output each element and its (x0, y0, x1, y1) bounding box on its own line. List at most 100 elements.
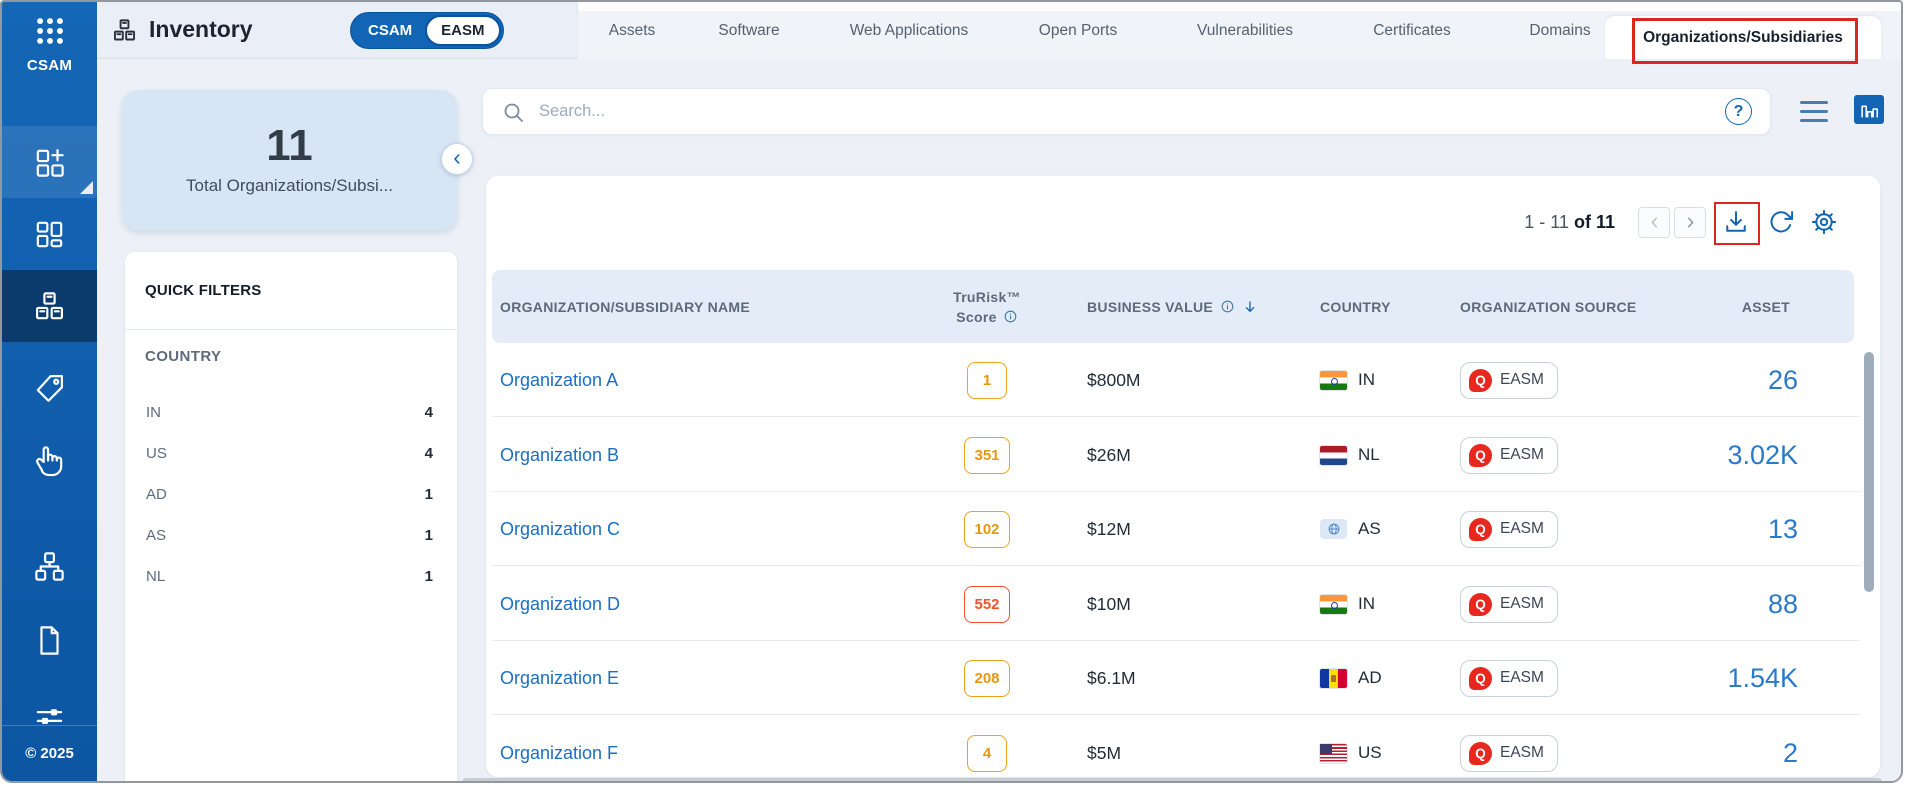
info-icon[interactable] (1220, 299, 1235, 314)
sidebar-item-tag[interactable] (2, 352, 97, 424)
trurisk-score-badge: 1 (967, 361, 1007, 399)
next-page-button[interactable] (1674, 207, 1706, 238)
settings-button[interactable] (1808, 206, 1840, 238)
organization-name-link[interactable]: Organization C (500, 492, 620, 566)
country-filter-count: 4 (424, 404, 433, 421)
bar-chart-icon (1858, 99, 1880, 121)
table-row[interactable]: Organization D 552 $10M IN Q EASM 88 (492, 567, 1860, 641)
column-header-country[interactable]: COUNTRY (1320, 270, 1391, 343)
chevron-left-icon (449, 151, 465, 167)
column-header-trurisk[interactable]: TruRisk™ Score (917, 270, 1057, 343)
toggle-csam-label[interactable]: CSAM (351, 22, 425, 39)
chevron-left-icon (1646, 214, 1663, 231)
download-icon (1722, 208, 1750, 236)
table-row[interactable]: Organization F 4 $5M US Q EASM 2 (492, 716, 1860, 777)
country-flag-icon (1320, 445, 1347, 465)
country-code: AD (1358, 668, 1382, 687)
tab-open-ports[interactable]: Open Ports (1039, 2, 1117, 59)
business-value: $5M (1087, 742, 1122, 763)
tab-domains[interactable]: Domains (1529, 2, 1590, 59)
tab-software[interactable]: Software (718, 2, 779, 59)
organization-name-link[interactable]: Organization F (500, 716, 618, 777)
source-badge: Q EASM (1460, 361, 1558, 399)
country-filter-label: US (146, 445, 167, 462)
organizations-table-card: 1 - 11 of 11 ORGANIZATION/SUBSIDIARY NAM… (486, 176, 1880, 777)
sidebar-item-dashboard[interactable] (2, 198, 97, 270)
country-filter-item[interactable]: AD 1 (125, 474, 457, 515)
info-icon[interactable] (1003, 309, 1018, 324)
organization-name-link[interactable]: Organization B (500, 418, 619, 492)
asset-count[interactable]: 2 (1783, 716, 1798, 777)
trurisk-score-badge: 102 (964, 510, 1010, 548)
tab-assets[interactable]: Assets (609, 2, 656, 59)
business-value: $6.1M (1087, 667, 1136, 688)
table-row[interactable]: Organization A 1 $800M IN Q EASM 26 (492, 343, 1860, 417)
country-filter-item[interactable]: NL 1 (125, 556, 457, 597)
toggle-easm-label[interactable]: EASM (425, 15, 501, 46)
table-row[interactable]: Organization E 208 $6.1M AD Q EASM 1.54K (492, 641, 1860, 715)
vertical-scrollbar[interactable] (1864, 352, 1874, 592)
sidebar-item-hand-click[interactable] (2, 424, 97, 496)
column-header-source[interactable]: ORGANIZATION SOURCE (1460, 270, 1637, 343)
content-area: 11 Total Organizations/Subsi... QUICK FI… (97, 59, 1901, 781)
chart-view-button[interactable] (1854, 95, 1884, 124)
product-label: CSAM (26, 57, 73, 74)
column-header-name[interactable]: ORGANIZATION/SUBSIDIARY NAME (500, 270, 750, 343)
asset-count[interactable]: 88 (1768, 567, 1798, 641)
download-button[interactable] (1720, 206, 1752, 238)
asset-count[interactable]: 1.54K (1727, 641, 1798, 715)
previous-page-button[interactable] (1638, 207, 1670, 238)
source-cell: Q EASM (1460, 418, 1558, 492)
table-row[interactable]: Organization C 102 $12M AS Q EASM 13 (492, 492, 1860, 566)
column-header-asset[interactable]: ASSET (1742, 270, 1790, 343)
country-filter-count: 1 (424, 568, 433, 585)
table-header: ORGANIZATION/SUBSIDIARY NAME TruRisk™ Sc… (492, 270, 1854, 343)
qualys-logo-icon: Q (1469, 592, 1492, 616)
sidebar-item-add-widget[interactable] (2, 126, 97, 198)
country-filter-label: AS (146, 527, 167, 544)
csam-easm-toggle[interactable]: CSAM EASM (350, 12, 504, 49)
qualys-logo-icon: Q (1469, 666, 1492, 690)
help-icon[interactable]: ? (1725, 98, 1752, 125)
apps-grid-icon[interactable] (33, 14, 67, 48)
corner-flag (80, 181, 93, 194)
organization-name-link[interactable]: Organization D (500, 567, 620, 641)
tab-web-applications[interactable]: Web Applications (850, 2, 969, 59)
menu-icon[interactable] (1800, 101, 1828, 122)
organization-name-link[interactable]: Organization A (500, 343, 618, 417)
country-group-title: COUNTRY (145, 348, 222, 365)
sidebar-item-inventory-boxes[interactable] (2, 270, 97, 342)
sidebar: CSAM © 2025 (2, 2, 97, 781)
tab-organizations-subsidiaries[interactable]: Organizations/Subsidiaries (1605, 16, 1881, 59)
total-organizations-card[interactable]: 11 Total Organizations/Subsi... (122, 90, 457, 230)
sidebar-item-document[interactable] (2, 604, 97, 676)
trurisk-score-badge: 552 (964, 585, 1010, 623)
tab-vulnerabilities[interactable]: Vulnerabilities (1197, 2, 1293, 59)
country-filter-item[interactable]: IN 4 (125, 392, 457, 433)
document-icon (40, 625, 59, 655)
table-row[interactable]: Organization B 351 $26M NL Q EASM 3.02K (492, 418, 1860, 492)
total-organizations-count: 11 (266, 121, 313, 170)
country-filter-item[interactable]: US 4 (125, 433, 457, 474)
search-input[interactable] (539, 102, 1725, 121)
refresh-button[interactable] (1765, 206, 1797, 238)
asset-count[interactable]: 3.02K (1727, 418, 1798, 492)
qualys-logo-icon: Q (1469, 443, 1492, 467)
source-badge: Q EASM (1460, 659, 1558, 697)
horizontal-scrollbar[interactable] (462, 778, 1882, 781)
trurisk-score-badge: 4 (967, 734, 1007, 772)
tab-certificates[interactable]: Certificates (1373, 2, 1451, 59)
source-cell: Q EASM (1460, 641, 1558, 715)
copyright: © 2025 (2, 725, 97, 781)
trurisk-score-badge: 208 (964, 659, 1010, 697)
sort-descending-icon[interactable] (1242, 299, 1258, 315)
organization-name-link[interactable]: Organization E (500, 641, 619, 715)
country-filter-item[interactable]: AS 1 (125, 515, 457, 556)
source-cell: Q EASM (1460, 343, 1558, 417)
column-header-business-value[interactable]: BUSINESS VALUE (1087, 270, 1258, 343)
collapse-panel-button[interactable] (441, 143, 473, 175)
source-badge: Q EASM (1460, 436, 1558, 474)
asset-count[interactable]: 13 (1768, 492, 1798, 566)
asset-count[interactable]: 26 (1768, 343, 1798, 417)
sidebar-item-org-chart[interactable] (2, 530, 97, 602)
